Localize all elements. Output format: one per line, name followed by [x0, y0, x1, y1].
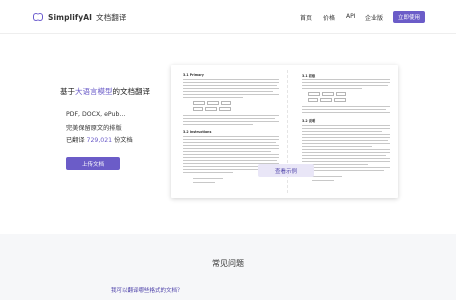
- upload-document-button[interactable]: 上传文档: [66, 157, 120, 170]
- hero-title-highlight: 大语言模型: [75, 87, 113, 96]
- nav-link-enterprise[interactable]: 企业版: [365, 13, 383, 22]
- count-prefix: 已翻译: [66, 137, 85, 144]
- feature-formats: PDF, DOCX, ePub...: [66, 111, 126, 118]
- original-section-heading-2: 3.2 Instructions: [183, 130, 212, 134]
- hero-title: 基于大语言模型的文档翻译: [60, 86, 150, 97]
- feature-translated-count: 已翻译 729,021 份文档: [66, 135, 133, 144]
- count-suffix: 份文档: [114, 137, 133, 144]
- view-example-button[interactable]: 查看示例: [258, 164, 314, 177]
- translated-section-heading-1: 3.1 初级: [302, 74, 316, 78]
- use-now-button[interactable]: 立即使用: [393, 11, 425, 23]
- feature-layout: 完美保留原文的排版: [66, 125, 122, 132]
- nav-link-pricing[interactable]: 价格: [323, 13, 335, 22]
- faq-title: 常见问题: [212, 259, 244, 268]
- brand-name: SimplifyAI 文档翻译: [48, 12, 126, 23]
- hero-title-prefix: 基于: [60, 87, 75, 96]
- nav-link-home[interactable]: 首页: [300, 13, 312, 22]
- brand-logo[interactable]: SimplifyAI 文档翻译: [33, 11, 126, 23]
- nav-link-api[interactable]: API: [346, 13, 356, 20]
- hero-title-suffix: 的文档翻译: [112, 87, 151, 96]
- faq-question[interactable]: 我可以翻译哪些格式的文档？: [111, 286, 183, 294]
- original-section-heading-1: 3.1 Primary: [183, 73, 204, 77]
- brand-name-text: SimplifyAI: [48, 12, 93, 22]
- brand-subtitle: 文档翻译: [96, 12, 127, 22]
- document-preview: 3.1 Primary 3.2 Instructions 3.1 初级 3.2 …: [171, 65, 398, 198]
- translated-section-heading-2: 3.2 说明: [302, 119, 316, 123]
- top-nav-bar: SimplifyAI 文档翻译 首页 价格 API 企业版 立即使用: [0, 0, 456, 34]
- link-icon: [33, 13, 44, 21]
- count-value: 729,021: [86, 137, 113, 144]
